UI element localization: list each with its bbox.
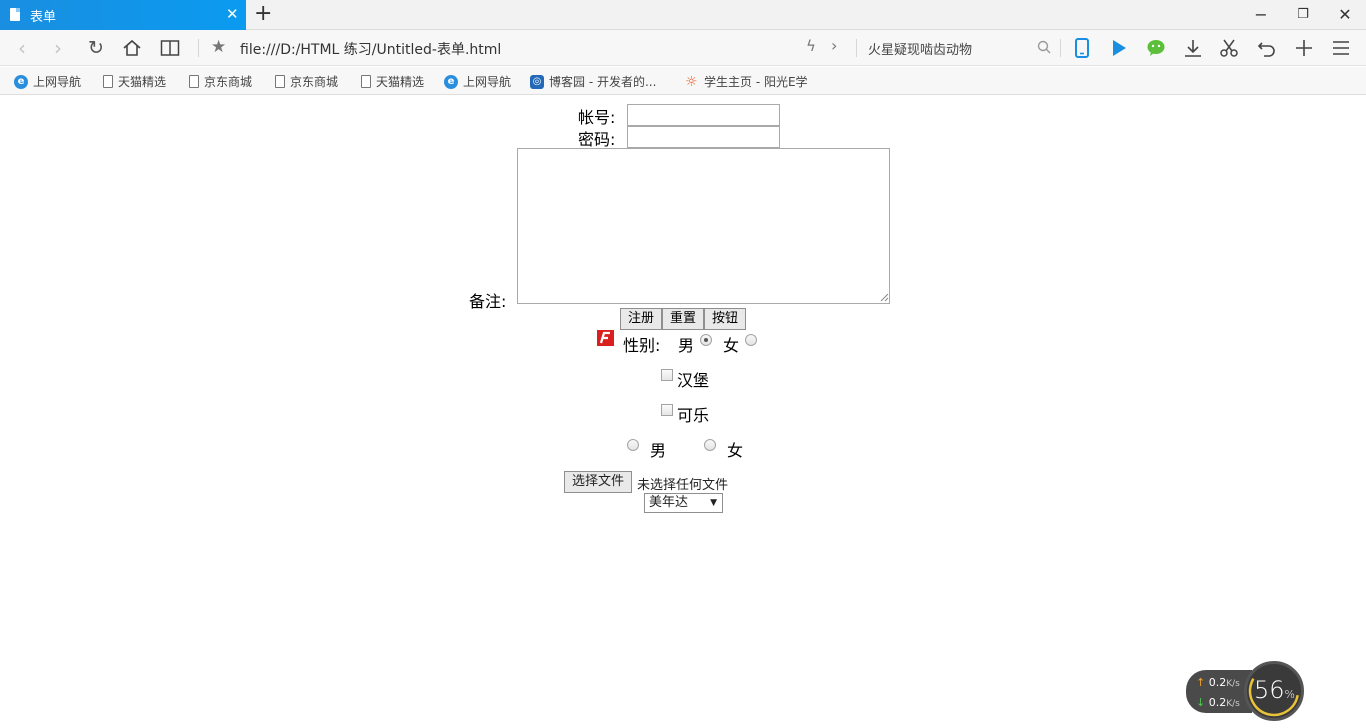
divider	[198, 39, 199, 57]
chevron-right-icon[interactable]: ›	[831, 36, 837, 55]
choose-file-button[interactable]: 选择文件	[564, 471, 632, 493]
window-close-icon[interactable]: ✕	[1330, 4, 1360, 26]
restore-icon[interactable]: ❐	[1288, 4, 1318, 26]
gender2-male-label: 男	[650, 441, 667, 460]
burger-label: 汉堡	[677, 371, 710, 390]
download-arrow-icon: ↓	[1196, 696, 1206, 709]
register-button[interactable]: 注册	[620, 308, 662, 330]
note-textarea[interactable]	[517, 148, 890, 304]
plain-button[interactable]: 按钮	[704, 308, 746, 330]
back-icon[interactable]: ‹	[10, 36, 34, 60]
search-icon[interactable]	[1037, 40, 1051, 54]
new-tab-icon[interactable]: +	[254, 2, 272, 26]
gender-female-label: 女	[723, 336, 740, 355]
wechat-icon[interactable]	[1145, 37, 1167, 59]
search-input[interactable]: 火星疑现啮齿动物	[868, 39, 972, 58]
page-icon	[103, 75, 113, 88]
upload-arrow-icon: ↑	[1196, 676, 1206, 689]
page-icon	[189, 75, 199, 88]
forward-icon[interactable]: ›	[46, 36, 70, 60]
cola-label: 可乐	[677, 406, 710, 425]
flash-plugin-icon	[597, 330, 614, 346]
account-input[interactable]	[627, 104, 780, 126]
gender-female-radio[interactable]	[745, 334, 757, 346]
close-tab-icon[interactable]: ✕	[226, 5, 239, 23]
gender2-female-radio[interactable]	[704, 439, 716, 451]
address-bar: ‹ › ↻ ★ file:///D:/HTML 练习/Untitled-表单.h…	[0, 30, 1366, 66]
reset-button[interactable]: 重置	[662, 308, 704, 330]
refresh-icon[interactable]: ↻	[84, 36, 108, 60]
bookmark-item[interactable]: ☼ 学生主页 - 阳光E学	[685, 73, 808, 90]
bookmark-item[interactable]: 天猫精选	[103, 73, 166, 89]
tab-title: 表单	[30, 10, 57, 25]
drink-select[interactable]: 美年达 ▼	[644, 493, 723, 513]
download-speed: ↓ 0.2K/s	[1196, 696, 1240, 709]
mobile-icon[interactable]	[1071, 37, 1093, 59]
resize-grip-icon[interactable]	[880, 293, 889, 302]
cola-checkbox[interactable]	[661, 404, 673, 416]
video-play-icon[interactable]	[1108, 37, 1130, 59]
sun-icon: ☼	[685, 73, 698, 90]
scissors-icon[interactable]	[1218, 37, 1240, 59]
bookmark-star-icon[interactable]: ★	[211, 37, 226, 57]
memory-percent: 56%	[1254, 676, 1295, 704]
bookmark-item[interactable]: 京东商城	[189, 73, 252, 89]
bookmark-item[interactable]: ◎ 博客园 - 开发者的...	[530, 73, 656, 89]
undo-icon[interactable]	[1256, 37, 1278, 59]
network-speed-widget[interactable]: ↑ 0.2K/s ↓ 0.2K/s	[1186, 670, 1252, 713]
reader-icon[interactable]	[160, 39, 180, 57]
download-icon[interactable]	[1182, 37, 1204, 59]
select-value: 美年达	[649, 495, 689, 510]
menu-icon[interactable]	[1330, 37, 1352, 59]
divider	[856, 39, 857, 57]
upload-speed: ↑ 0.2K/s	[1196, 676, 1240, 689]
bookmark-item[interactable]: 天猫精选	[361, 73, 424, 89]
page-icon	[361, 75, 371, 88]
bookmark-item[interactable]: e 上网导航	[14, 73, 81, 89]
gender-male-label: 男	[678, 336, 695, 355]
bookmark-item[interactable]: e 上网导航	[444, 73, 511, 89]
ie-icon: e	[14, 74, 28, 89]
account-label: 帐号:	[578, 108, 616, 127]
ie-icon: e	[444, 74, 458, 89]
dropdown-arrow-icon: ▼	[710, 498, 717, 508]
note-label: 备注:	[469, 292, 507, 311]
minimize-icon[interactable]: −	[1246, 4, 1276, 26]
bookmark-item[interactable]: 京东商城	[275, 73, 338, 89]
lightning-icon[interactable]: ϟ	[806, 37, 816, 55]
url-field[interactable]: file:///D:/HTML 练习/Untitled-表单.html	[240, 39, 501, 59]
document-icon	[10, 8, 20, 21]
tab-active[interactable]: 表单 ✕	[0, 0, 246, 30]
password-input[interactable]	[627, 126, 780, 148]
gender-male-radio[interactable]	[700, 334, 712, 346]
home-icon[interactable]	[122, 38, 142, 58]
add-icon[interactable]	[1293, 37, 1315, 59]
gender2-female-label: 女	[727, 441, 744, 460]
page-content: 帐号: 密码: 备注: 注册 重置 按钮 性别: 男 女 汉堡 可乐 男 女 选…	[0, 96, 1366, 728]
file-status-text: 未选择任何文件	[637, 478, 729, 493]
gender-label: 性别:	[623, 336, 661, 355]
page-icon	[275, 75, 285, 88]
divider	[1060, 39, 1061, 57]
bookmarks-bar: e 上网导航 天猫精选 京东商城 京东商城 天猫精选 e 上网导航 ◎ 博客园 - 开…	[0, 67, 1366, 95]
tab-bar: 表单 ✕ + − ❐ ✕	[0, 0, 1366, 30]
burger-checkbox[interactable]	[661, 369, 673, 381]
cnblogs-icon: ◎	[530, 74, 544, 89]
gender2-male-radio[interactable]	[627, 439, 639, 451]
password-label: 密码:	[578, 130, 616, 149]
